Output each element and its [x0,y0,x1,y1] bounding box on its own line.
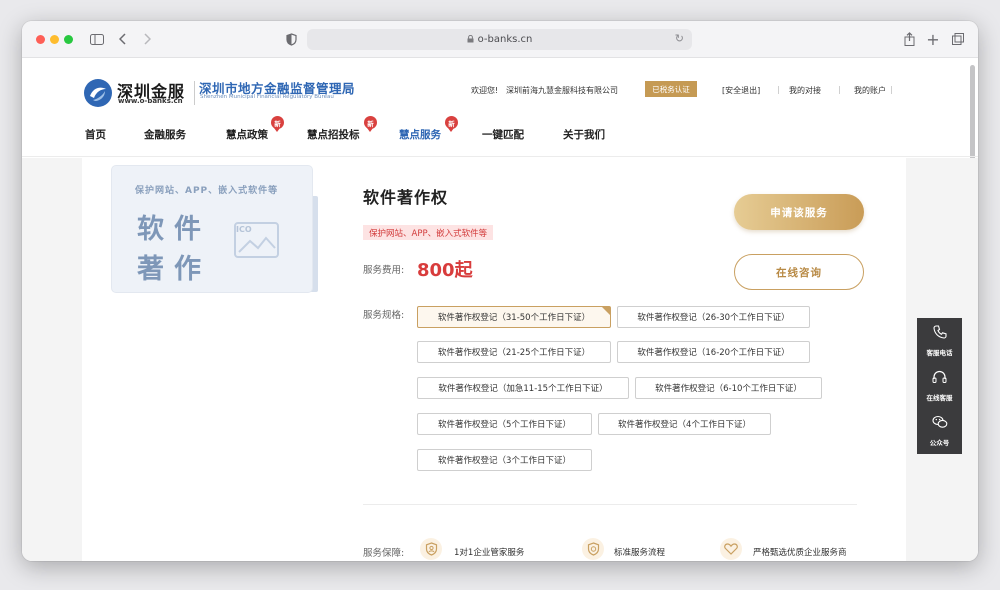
nav-item-about[interactable]: 关于我们 [563,127,605,142]
zoom-window-button[interactable] [64,35,73,44]
back-icon[interactable] [117,30,129,48]
welcome-text: 欢迎您! [471,86,499,95]
image-subtitle: 保护网站、APP、嵌入式软件等 [135,186,279,196]
image-char: 件 [174,214,201,245]
spec-option[interactable]: 软件著作权登记（4个工作日下证） [598,413,771,435]
apply-service-button[interactable]: 申请该服务 [734,194,864,230]
my-connect-link[interactable]: 我的对接 [789,85,821,96]
float-label: 在线客服 [926,394,953,402]
phone-icon [932,324,947,343]
spec-option[interactable]: 软件著作权登记（6-10个工作日下证） [635,377,822,399]
separator: | [777,85,780,94]
close-window-button[interactable] [36,35,45,44]
nav-item-services[interactable]: 慧点服务 [399,127,441,142]
guarantee-item: 1对1企业管家服务 [454,548,525,558]
online-service-button[interactable]: 在线客服 [917,363,962,408]
separator: | [890,85,893,94]
product-title: 软件著作权 [363,188,449,207]
product-detail: 保护网站、APP、嵌入式软件等 软 件 著 作 ICO 软件著作权 保护网站、A… [22,158,978,561]
fee-value: 800起 [417,260,473,281]
spec-option[interactable]: 软件著作权登记（21-25个工作日下证） [417,341,611,363]
wechat-icon [931,414,948,433]
guarantee-item: 严格甄选优质企业服务商 [753,548,847,558]
image-char: 软 [137,214,164,245]
sidebar-toggle-icon[interactable] [88,30,106,48]
lock-icon [467,34,474,45]
tax-verified-badge[interactable]: 已税务认证 [645,81,697,97]
minimize-window-button[interactable] [50,35,59,44]
privacy-shield-icon[interactable] [284,30,298,48]
reload-icon[interactable]: ↻ [675,32,684,45]
spec-option[interactable]: 软件著作权登记（16-20个工作日下证） [617,341,810,363]
shield-check-icon [582,538,604,560]
wechat-account-button[interactable]: 公众号 [917,408,962,453]
shield-person-icon [420,538,442,560]
site-header: 深圳金服 www.o-banks.cn 深圳市地方金融监督管理局 Shenzhe… [22,59,978,157]
new-tab-icon[interactable]: + [926,30,940,49]
logo-icon[interactable] [83,78,113,108]
page-gutter [22,158,82,561]
spec-option[interactable]: 软件著作权登记（3个工作日下证） [417,449,592,471]
nav-item-policy[interactable]: 慧点政策 [226,127,268,142]
new-badge: 新 [271,116,284,132]
floating-service-panel: 客服电话 在线客服 公众号 [917,318,962,454]
address-bar[interactable]: o-banks.cn ↻ [307,29,692,50]
nav-item-finance[interactable]: 金融服务 [144,127,186,142]
product-image: 保护网站、APP、嵌入式软件等 软 件 著 作 ICO [112,166,318,292]
new-badge: 新 [364,116,377,132]
bureau-name-en: Shenzhen Municipal Financial Regulatory … [200,94,334,100]
section-divider [363,504,857,505]
guarantee-item: 标准服务流程 [614,548,666,558]
my-account-link[interactable]: 我的账户 [854,85,886,96]
spec-option-selected[interactable]: 软件著作权登记（31-50个工作日下证） [417,306,611,328]
main-nav: 首页 金融服务 慧点政策 新 慧点招投标 新 慧点服务 新 一键匹配 关于我们 [22,116,722,147]
headset-icon [932,369,947,388]
image-char: 著 [137,254,164,285]
new-badge: 新 [445,116,458,132]
share-icon[interactable] [902,30,916,48]
tab-overview-icon[interactable] [951,30,965,48]
nav-item-match[interactable]: 一键匹配 [482,127,524,142]
online-consult-button[interactable]: 在线咨询 [734,254,864,290]
company-name: 深圳前海九慧金服科技有限公司 [506,86,618,95]
browser-window: o-banks.cn ↻ + 深圳金服 www.o-banks.cn 深圳市地方… [22,21,978,561]
spec-option[interactable]: 软件著作权登记（5个工作日下证） [417,413,592,435]
spec-option[interactable]: 软件著作权登记（加急11-15个工作日下证） [417,377,629,399]
browser-titlebar: o-banks.cn ↻ + [22,21,978,58]
guarantee-label: 服务保障: [363,548,405,559]
separator: | [838,85,841,94]
logo-url: www.o-banks.cn [118,97,183,105]
image-placeholder-text: ICO [236,225,252,234]
spec-label: 服务规格: [363,310,405,321]
float-label: 公众号 [929,439,950,447]
logout-link[interactable]: [安全退出] [722,85,760,96]
nav-item-bidding[interactable]: 慧点招投标 [307,127,360,142]
logo-divider [194,81,195,105]
service-phone-button[interactable]: 客服电话 [917,318,962,363]
forward-icon[interactable] [141,30,153,48]
product-image-card: 保护网站、APP、嵌入式软件等 软 件 著 作 ICO [112,166,312,292]
fee-label: 服务费用: [363,265,405,276]
spec-option[interactable]: 软件著作权登记（26-30个工作日下证） [617,306,810,328]
nav-item-home[interactable]: 首页 [85,127,106,142]
product-tag: 保护网站、APP、嵌入式软件等 [363,225,494,240]
address-bar-url: o-banks.cn [477,34,533,45]
image-char: 作 [174,254,201,285]
float-label: 客服电话 [926,349,953,357]
heart-icon [720,538,742,560]
